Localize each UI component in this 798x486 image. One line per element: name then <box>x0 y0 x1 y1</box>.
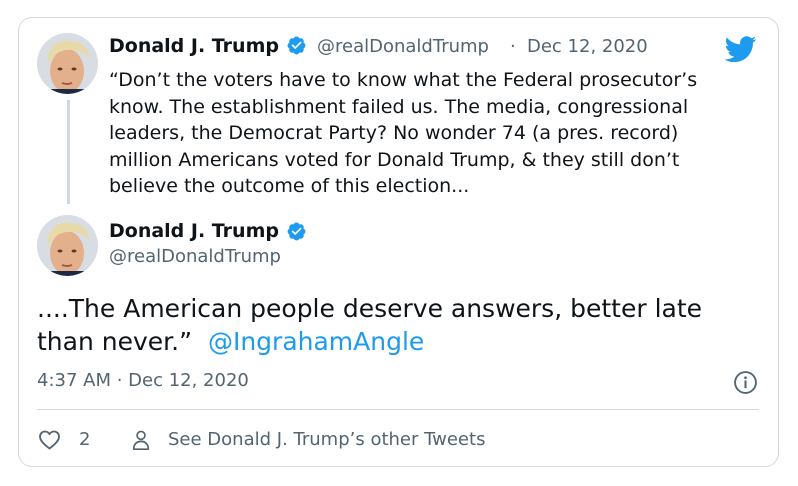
twitter-bird-icon[interactable] <box>724 36 757 63</box>
avatar-photo <box>37 33 98 94</box>
avatar[interactable] <box>37 33 98 94</box>
avatar[interactable] <box>37 215 98 276</box>
quoted-text-line: believe the outcome of this election... <box>109 175 470 197</box>
verified-badge-icon <box>287 36 306 55</box>
thread-connector-line <box>67 100 70 204</box>
quoted-date[interactable]: Dec 12, 2020 <box>527 36 648 58</box>
divider <box>37 409 759 410</box>
info-icon[interactable] <box>733 370 758 395</box>
tweet-timestamp[interactable]: 4:37 AM · Dec 12, 2020 <box>37 370 249 392</box>
tweet-text-line: ....The American people deserve answers,… <box>37 294 703 323</box>
quoted-text-line: leaders, the Democrat Party? No wonder 7… <box>109 122 679 144</box>
avatar-photo <box>37 215 98 276</box>
quoted-text-line: “Don’t the voters have to know what the … <box>109 69 698 91</box>
meta-separator: · <box>510 36 516 57</box>
see-other-tweets-link[interactable]: See Donald J. Trump’s other Tweets <box>168 428 485 452</box>
author-name[interactable]: Donald J. Trump <box>109 220 279 242</box>
tweet-text-fragment: than never.” <box>37 327 193 356</box>
like-count[interactable]: 2 <box>79 428 90 452</box>
tweet-text-line: than never.” @IngrahamAngle <box>37 325 757 358</box>
verified-badge-icon <box>287 222 306 241</box>
quoted-handle[interactable]: @realDonaldTrump <box>317 36 489 58</box>
tweet-text: ....The American people deserve answers,… <box>37 292 757 358</box>
quoted-text-line: million Americans voted for Donald Trump… <box>109 148 680 171</box>
person-icon <box>132 430 150 450</box>
quoted-author-name[interactable]: Donald J. Trump <box>109 35 279 57</box>
mention-link[interactable]: @IngrahamAngle <box>208 327 424 356</box>
quoted-tweet-text: “Don’t the voters have to know what the … <box>109 67 759 200</box>
author-handle[interactable]: @realDonaldTrump <box>109 246 281 268</box>
quoted-text-line: know. The establishment failed us. The m… <box>109 95 689 118</box>
heart-icon[interactable] <box>37 428 62 452</box>
